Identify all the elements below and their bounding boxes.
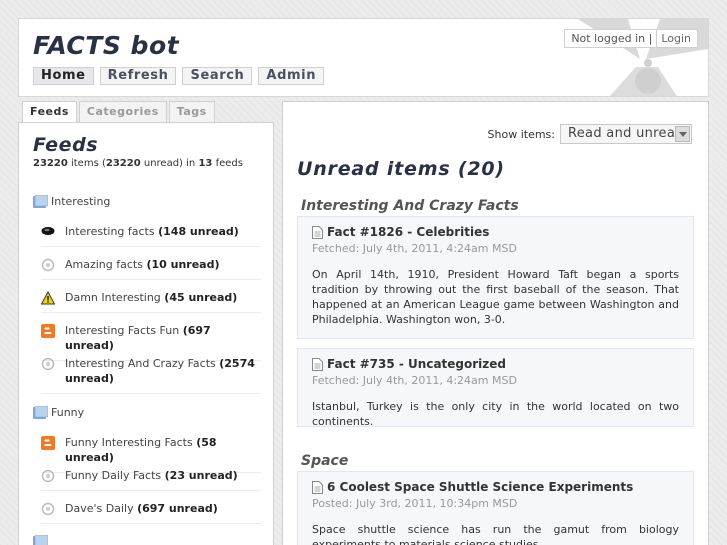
warning-triangle-icon — [41, 291, 55, 305]
feed-unread-count: (148 unread) — [158, 225, 239, 238]
show-items-filter: Show items: Read and unread — [488, 124, 692, 144]
feed-item-daves-daily[interactable]: Dave's Daily (697 unread) — [41, 494, 261, 524]
folder-icon — [33, 194, 49, 208]
tab-feeds[interactable]: Feeds — [22, 101, 77, 123]
gray-circle-icon — [41, 469, 55, 483]
site-title[interactable]: FACTS bot — [33, 31, 179, 60]
feed-name: Dave's Daily — [65, 502, 134, 515]
nav-refresh-button[interactable]: Refresh — [99, 67, 177, 85]
article-meta: Fetched: July 4th, 2011, 4:24am MSD — [312, 374, 517, 387]
summary-items-label: items ( — [70, 158, 106, 169]
document-icon — [312, 225, 323, 239]
feed-item-amazing-facts[interactable]: Amazing facts (10 unread) — [41, 250, 261, 280]
document-icon — [312, 357, 323, 371]
folder-label: Funny — [51, 406, 85, 419]
folder-interesting[interactable]: Interesting — [33, 194, 111, 208]
chevron-down-icon — [675, 126, 690, 142]
article-item: 6 Coolest Space Shuttle Science Experime… — [297, 471, 694, 545]
article-title[interactable]: Fact #735 - Uncategorized — [327, 357, 506, 371]
feed-name: Funny Interesting Facts — [65, 436, 193, 449]
article-title[interactable]: 6 Coolest Space Shuttle Science Experime… — [327, 480, 633, 494]
folder-label: Interesting — [51, 195, 111, 208]
article-item: Fact #1826 - Celebrities Fetched: July 4… — [297, 216, 694, 339]
gray-circle-icon — [41, 502, 55, 516]
summary-unread-count: 23220 — [105, 158, 141, 169]
feed-item-interesting-and-crazy-facts[interactable]: Interesting And Crazy Facts (2574 unread… — [41, 349, 261, 394]
show-items-select[interactable]: Read and unread — [560, 124, 692, 144]
login-box: Not logged in | Login — [564, 29, 698, 48]
summary-items-count: 23220 — [33, 158, 68, 169]
article-item: Fact #735 - Uncategorized Fetched: July … — [297, 348, 694, 428]
show-items-value: Read and unread — [568, 126, 684, 141]
feed-item-interesting-facts[interactable]: Interesting facts (148 unread) — [41, 217, 261, 247]
tab-tags[interactable]: Tags — [168, 101, 215, 122]
feed-item-damn-interesting[interactable]: Damn Interesting (45 unread) — [41, 283, 261, 313]
folder-icon — [33, 534, 49, 545]
feed-unread-count: (697 unread) — [137, 502, 218, 515]
article-meta: Posted: July 3rd, 2011, 10:34pm MSD — [312, 497, 518, 510]
folder-next[interactable] — [33, 534, 49, 545]
document-icon — [312, 480, 323, 494]
folder-icon — [33, 405, 49, 419]
show-items-label: Show items: — [487, 127, 555, 141]
feed-name: Funny Daily Facts — [65, 469, 162, 482]
tab-categories[interactable]: Categories — [78, 101, 167, 122]
sidebar: Feeds 23220 items (23220 unread) in 13 f… — [18, 122, 274, 545]
feed-name: Interesting And Crazy Facts — [65, 357, 216, 370]
article-title[interactable]: Fact #1826 - Celebrities — [327, 225, 489, 239]
main-content: Show items: Read and unread Unread items… — [282, 101, 709, 545]
article-body: Istanbul, Turkey is the only city in the… — [312, 400, 679, 428]
feed-unread-count: (23 unread) — [164, 469, 238, 482]
feed-unread-count: (10 unread) — [146, 258, 220, 271]
page-title: Unread items (20) — [297, 158, 505, 180]
black-blob-icon — [41, 227, 55, 235]
login-status: Not logged in | — [571, 32, 653, 45]
article-body: Space shuttle science has run the gamut … — [312, 523, 679, 545]
gray-circle-icon — [41, 258, 55, 272]
gray-circle-icon — [41, 357, 55, 371]
article-meta: Fetched: July 4th, 2011, 4:24am MSD — [312, 242, 517, 255]
main-nav: Home Refresh Search Admin — [33, 67, 325, 85]
article-body: On April 14th, 1910, President Howard Ta… — [312, 268, 679, 326]
summary-unread-label: unread) in — [143, 158, 196, 169]
group-title[interactable]: Interesting And Crazy Facts — [301, 198, 519, 214]
nav-home-button[interactable]: Home — [33, 67, 94, 85]
feed-unread-count: (45 unread) — [164, 291, 238, 304]
feed-name: Damn Interesting — [65, 291, 161, 304]
sidebar-tabs: Feeds Categories Tags — [22, 101, 215, 123]
feed-name: Interesting Facts Fun — [65, 324, 180, 337]
login-link[interactable]: Login — [656, 30, 691, 47]
feeds-summary: 23220 items (23220 unread) in 13 feeds — [33, 158, 243, 169]
summary-feeds-label: feeds — [215, 158, 243, 169]
feed-name: Interesting facts — [65, 225, 155, 238]
nav-admin-button[interactable]: Admin — [258, 67, 325, 85]
folder-funny[interactable]: Funny — [33, 405, 85, 419]
group-title[interactable]: Space — [301, 453, 348, 469]
feed-item-funny-daily-facts[interactable]: Funny Daily Facts (23 unread) — [41, 461, 261, 491]
blogger-icon — [41, 324, 55, 338]
summary-feeds-count: 13 — [198, 158, 213, 169]
nav-search-button[interactable]: Search — [182, 67, 253, 85]
feed-name: Amazing facts — [65, 258, 143, 271]
sidebar-title: Feeds — [33, 134, 99, 156]
blogger-icon — [41, 436, 55, 450]
site-header: FACTS bot Home Refresh Search Admin Not … — [18, 18, 709, 97]
